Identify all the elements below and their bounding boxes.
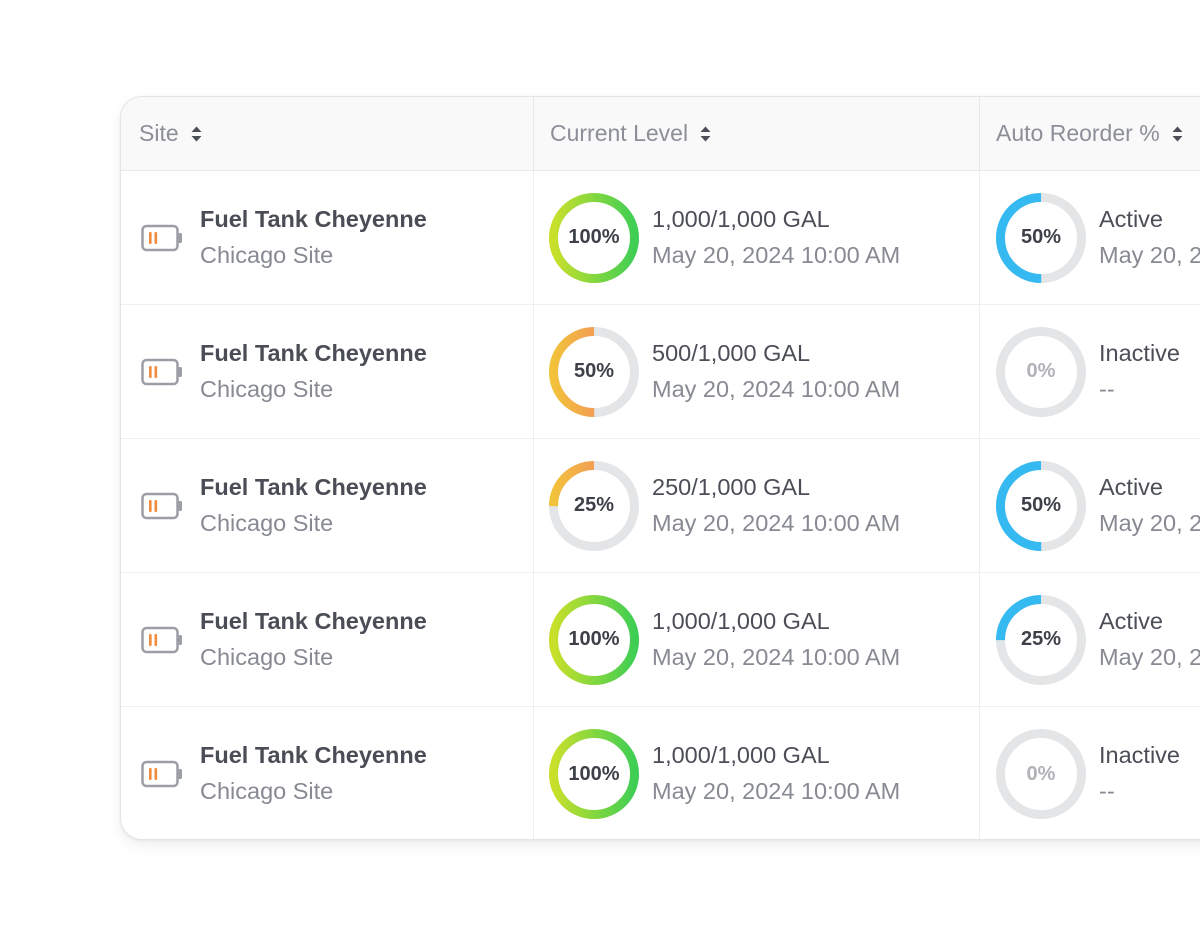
sort-icon[interactable] xyxy=(699,123,712,145)
auto-reorder-cell: 0% Inactive -- xyxy=(979,305,1200,438)
level-percent-label: 100% xyxy=(568,628,620,650)
level-progress-ring: 100% xyxy=(548,192,640,284)
sort-icon[interactable] xyxy=(190,123,203,145)
current-level-cell: 100% 1,000/1,000 GAL May 20, 2024 10:00 … xyxy=(533,171,979,304)
reorder-progress-ring: 25% xyxy=(995,594,1087,686)
reorder-progress-ring: 50% xyxy=(995,192,1087,284)
level-progress-ring: 100% xyxy=(548,594,640,686)
table-body: Fuel Tank Cheyenne Chicago Site 100% 1,0… xyxy=(121,171,1200,839)
reorder-percent-label: 50% xyxy=(1020,494,1062,516)
table-row[interactable]: Fuel Tank Cheyenne Chicago Site 25% 250/… xyxy=(121,439,1200,573)
level-timestamp: May 20, 2024 10:00 AM xyxy=(652,241,901,268)
site-cell: Fuel Tank Cheyenne Chicago Site xyxy=(121,171,533,304)
reorder-timestamp: -- xyxy=(1099,375,1115,402)
reorder-status: Active xyxy=(1099,205,1163,232)
auto-reorder-cell: 25% Active May 20, 2024 10:00 AM xyxy=(979,573,1200,706)
reorder-percent-label: 50% xyxy=(1020,226,1062,248)
current-level-cell: 50% 500/1,000 GAL May 20, 2024 10:00 AM xyxy=(533,305,979,438)
level-amount: 1,000/1,000 GAL xyxy=(652,607,830,634)
reorder-progress-ring: 0% xyxy=(995,326,1087,418)
reorder-status: Active xyxy=(1099,473,1163,500)
reorder-status: Inactive xyxy=(1099,742,1180,768)
column-header-auto-reorder[interactable]: Auto Reorder % xyxy=(979,97,1200,170)
level-progress-ring: 50% xyxy=(548,326,640,418)
level-percent-label: 25% xyxy=(573,494,615,516)
site-name[interactable]: Fuel Tank Cheyenne xyxy=(200,470,427,504)
site-cell: Fuel Tank Cheyenne Chicago Site xyxy=(121,573,533,706)
level-percent-label: 100% xyxy=(568,762,620,785)
battery-icon xyxy=(141,760,182,788)
reorder-timestamp: -- xyxy=(1099,778,1115,804)
site-location: Chicago Site xyxy=(200,241,334,268)
site-cell: Fuel Tank Cheyenne Chicago Site xyxy=(121,305,533,438)
table-row[interactable]: Fuel Tank Cheyenne Chicago Site 50% 500/… xyxy=(121,305,1200,439)
current-level-cell: 100% 1,000/1,000 GAL May 20, 2024 10:00 … xyxy=(533,573,979,706)
level-timestamp: May 20, 2024 10:00 AM xyxy=(652,509,901,536)
level-progress-ring: 25% xyxy=(548,460,640,552)
level-timestamp: May 20, 2024 10:00 AM xyxy=(652,778,901,804)
battery-icon xyxy=(141,358,182,385)
site-name[interactable]: Fuel Tank Cheyenne xyxy=(200,604,427,638)
reorder-percent-label: 0% xyxy=(1026,762,1056,785)
reorder-timestamp: May 20, 2024 10:00 AM xyxy=(1099,643,1200,670)
site-location: Chicago Site xyxy=(200,509,334,536)
site-location: Chicago Site xyxy=(200,643,334,670)
level-timestamp: May 20, 2024 10:00 AM xyxy=(652,643,901,670)
auto-reorder-cell: 0% Inactive -- xyxy=(979,707,1200,839)
reorder-status: Active xyxy=(1099,607,1163,634)
reorder-percent-label: 0% xyxy=(1026,360,1056,382)
reorder-progress-ring: 50% xyxy=(995,460,1087,552)
table-row[interactable]: Fuel Tank Cheyenne Chicago Site 100% 1,0… xyxy=(121,573,1200,707)
site-cell: Fuel Tank Cheyenne Chicago Site xyxy=(121,707,533,839)
reorder-timestamp: May 20, 2024 10:00 AM xyxy=(1099,241,1200,268)
level-timestamp: May 20, 2024 10:00 AM xyxy=(652,375,901,402)
reorder-timestamp: May 20, 2024 10:00 AM xyxy=(1099,509,1200,536)
site-name[interactable]: Fuel Tank Cheyenne xyxy=(200,202,427,236)
table-row[interactable]: Fuel Tank Cheyenne Chicago Site 100% 1,0… xyxy=(121,707,1200,839)
battery-icon xyxy=(141,492,182,519)
site-location: Chicago Site xyxy=(200,778,334,804)
column-header-label: Auto Reorder % xyxy=(996,120,1160,146)
table-header: Site Current Level Auto Reorder % xyxy=(121,97,1200,171)
level-amount: 1,000/1,000 GAL xyxy=(652,742,830,768)
battery-icon xyxy=(141,224,182,251)
column-header-label: Site xyxy=(139,120,179,146)
battery-icon xyxy=(141,626,182,653)
column-header-site[interactable]: Site xyxy=(121,97,533,170)
auto-reorder-cell: 50% Active May 20, 2024 10:00 AM xyxy=(979,171,1200,304)
site-name[interactable]: Fuel Tank Cheyenne xyxy=(200,336,427,370)
current-level-cell: 25% 250/1,000 GAL May 20, 2024 10:00 AM xyxy=(533,439,979,572)
site-name[interactable]: Fuel Tank Cheyenne xyxy=(200,738,427,772)
level-amount: 1,000/1,000 GAL xyxy=(652,205,830,232)
reorder-status: Inactive xyxy=(1099,339,1180,366)
level-amount: 250/1,000 GAL xyxy=(652,473,811,500)
level-amount: 500/1,000 GAL xyxy=(652,339,811,366)
sort-icon[interactable] xyxy=(1171,123,1184,145)
column-header-current-level[interactable]: Current Level xyxy=(533,97,979,170)
reorder-percent-label: 25% xyxy=(1020,628,1062,650)
site-cell: Fuel Tank Cheyenne Chicago Site xyxy=(121,439,533,572)
fuel-tanks-table: Site Current Level Auto Reorder % Fuel T… xyxy=(120,96,1200,840)
current-level-cell: 100% 1,000/1,000 GAL May 20, 2024 10:00 … xyxy=(533,707,979,839)
auto-reorder-cell: 50% Active May 20, 2024 10:00 AM xyxy=(979,439,1200,572)
level-progress-ring: 100% xyxy=(548,728,640,820)
reorder-progress-ring: 0% xyxy=(995,728,1087,820)
site-location: Chicago Site xyxy=(200,375,334,402)
level-percent-label: 50% xyxy=(573,360,615,382)
table-row[interactable]: Fuel Tank Cheyenne Chicago Site 100% 1,0… xyxy=(121,171,1200,305)
level-percent-label: 100% xyxy=(568,226,620,248)
column-header-label: Current Level xyxy=(550,120,689,146)
